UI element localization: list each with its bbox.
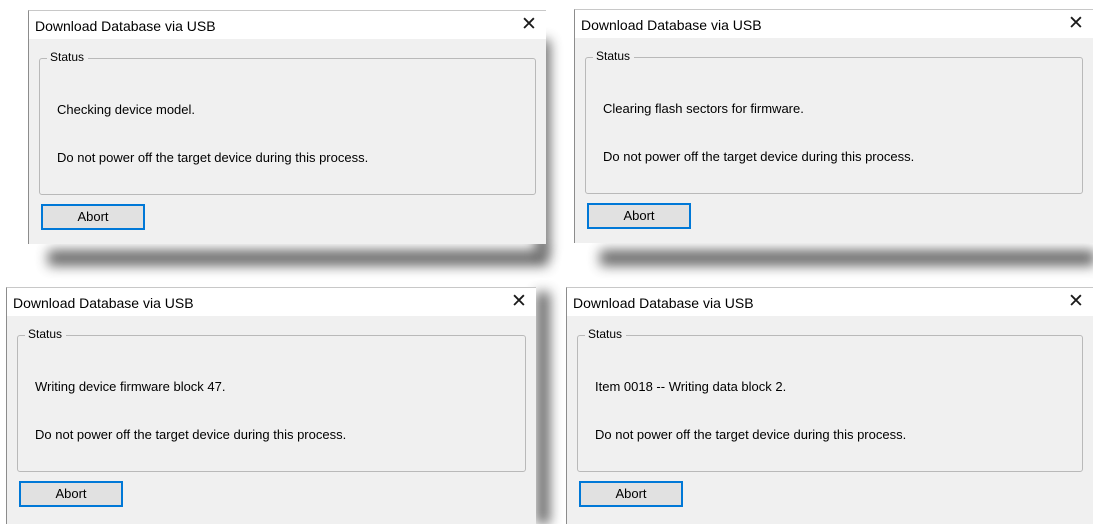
download-dialog-clearing-flash: Download Database via USB ✕ Status Clear…: [574, 9, 1093, 243]
abort-button[interactable]: Abort: [19, 481, 123, 507]
dialog-title: Download Database via USB: [13, 295, 194, 311]
dialog-shadow: [536, 292, 550, 524]
status-message: Clearing flash sectors for firmware.: [603, 101, 804, 116]
dialog-title: Download Database via USB: [581, 17, 762, 33]
status-message: Checking device model.: [57, 102, 196, 117]
title-bar: Download Database via USB ✕: [575, 10, 1093, 38]
abort-button[interactable]: Abort: [41, 204, 145, 230]
close-icon[interactable]: ✕: [1063, 13, 1089, 35]
status-message: Writing device firmware block 47.: [35, 379, 226, 394]
close-icon[interactable]: ✕: [506, 291, 532, 313]
status-group-label: Status: [25, 327, 67, 341]
status-group: Status Checking device model. Do not pow…: [39, 50, 536, 195]
download-dialog-writing-firmware: Download Database via USB ✕ Status Writi…: [6, 287, 536, 524]
close-icon[interactable]: ✕: [516, 14, 542, 36]
download-dialog-checking-model: Download Database via USB ✕ Status Check…: [28, 10, 546, 244]
status-group-label: Status: [593, 49, 635, 63]
screenshot-canvas: Download Database via USB ✕ Status Check…: [0, 0, 1093, 524]
title-bar: Download Database via USB ✕: [7, 288, 536, 316]
dialog-title: Download Database via USB: [35, 18, 216, 34]
warning-message: Do not power off the target device durin…: [57, 150, 369, 165]
status-group-label: Status: [585, 327, 627, 341]
abort-button[interactable]: Abort: [579, 481, 683, 507]
dialog-shadow: [48, 250, 548, 266]
title-bar: Download Database via USB ✕: [29, 11, 546, 39]
close-icon[interactable]: ✕: [1063, 291, 1089, 313]
title-bar: Download Database via USB ✕: [567, 288, 1093, 316]
warning-message: Do not power off the target device durin…: [595, 427, 907, 442]
status-message: Item 0018 -- Writing data block 2.: [595, 379, 787, 394]
dialog-title: Download Database via USB: [573, 295, 754, 311]
warning-message: Do not power off the target device durin…: [603, 149, 915, 164]
status-group: Status Clearing flash sectors for firmwa…: [585, 49, 1083, 194]
status-group: Status Writing device firmware block 47.…: [17, 327, 526, 472]
warning-message: Do not power off the target device durin…: [35, 427, 347, 442]
dialog-shadow: [600, 250, 1093, 266]
abort-button[interactable]: Abort: [587, 203, 691, 229]
status-group: Status Item 0018 -- Writing data block 2…: [577, 327, 1083, 472]
download-dialog-writing-data: Download Database via USB ✕ Status Item …: [566, 287, 1093, 524]
status-group-label: Status: [47, 50, 89, 64]
